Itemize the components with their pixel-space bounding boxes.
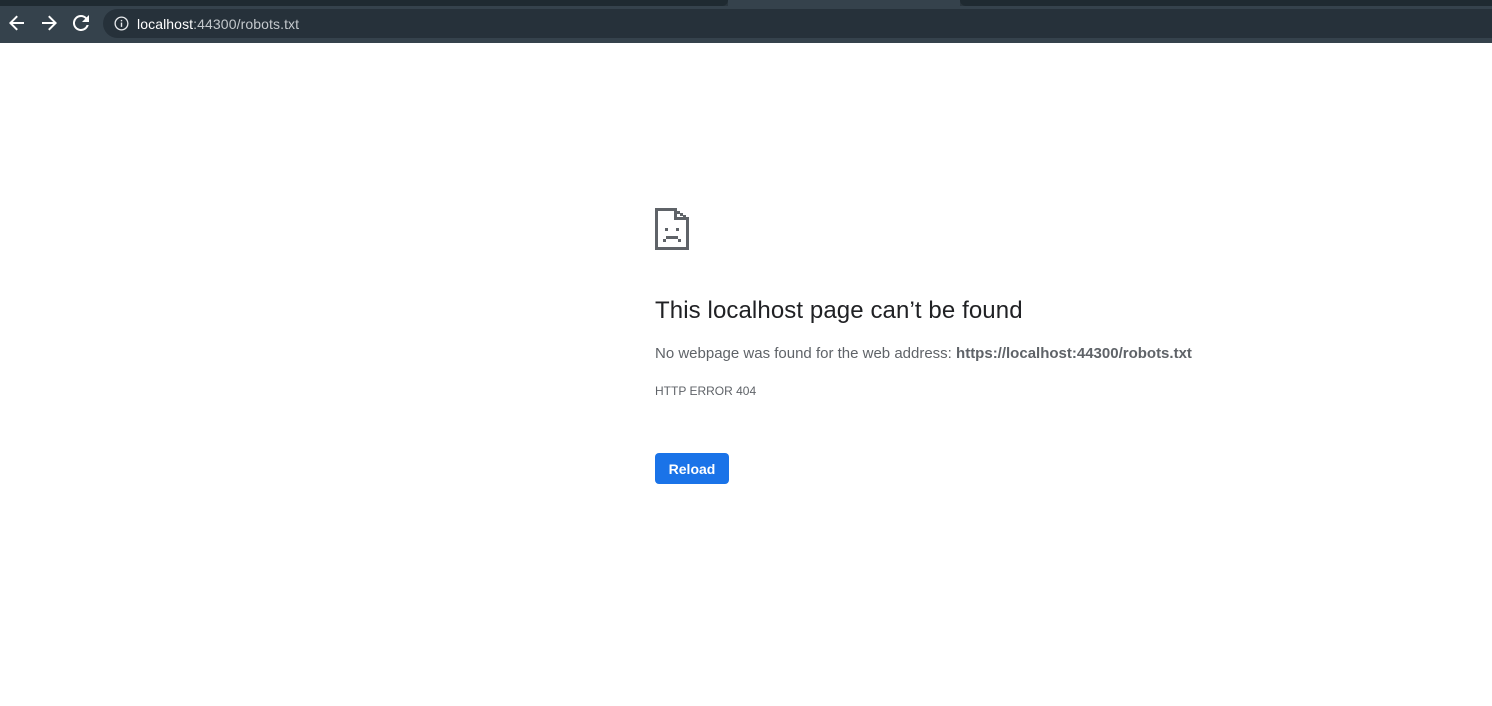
reload-button[interactable]: Reload — [655, 453, 729, 484]
address-path: :44300/robots.txt — [193, 15, 300, 32]
address-host: localhost — [137, 15, 194, 32]
inactive-tab-right[interactable] — [960, 0, 1492, 6]
error-description-text: No webpage was found for the web address… — [655, 345, 957, 362]
error-description: No webpage was found for the web address… — [655, 345, 1192, 362]
inactive-tab-left[interactable] — [0, 0, 728, 6]
address-bar[interactable]: localhost:44300/robots.txt — [103, 9, 1492, 38]
address-url[interactable]: localhost:44300/robots.txt — [137, 16, 299, 32]
active-tab[interactable] — [728, 0, 960, 6]
arrow-left-icon — [9, 15, 25, 31]
browser-toolbar: localhost:44300/robots.txt — [0, 0, 1492, 43]
reload-icon — [73, 15, 89, 31]
forward-button[interactable] — [35, 9, 63, 37]
reload-page-button[interactable] — [67, 9, 95, 37]
info-icon[interactable] — [113, 16, 129, 32]
back-button[interactable] — [3, 9, 31, 37]
error-code: HTTP ERROR 404 — [655, 384, 757, 398]
arrow-right-icon — [41, 15, 57, 31]
error-description-url: https://localhost:44300/robots.txt — [956, 345, 1192, 362]
tab-strip — [0, 0, 1492, 6]
sad-document-icon — [655, 208, 689, 250]
error-headline: This localhost page can’t be found — [655, 297, 1023, 324]
